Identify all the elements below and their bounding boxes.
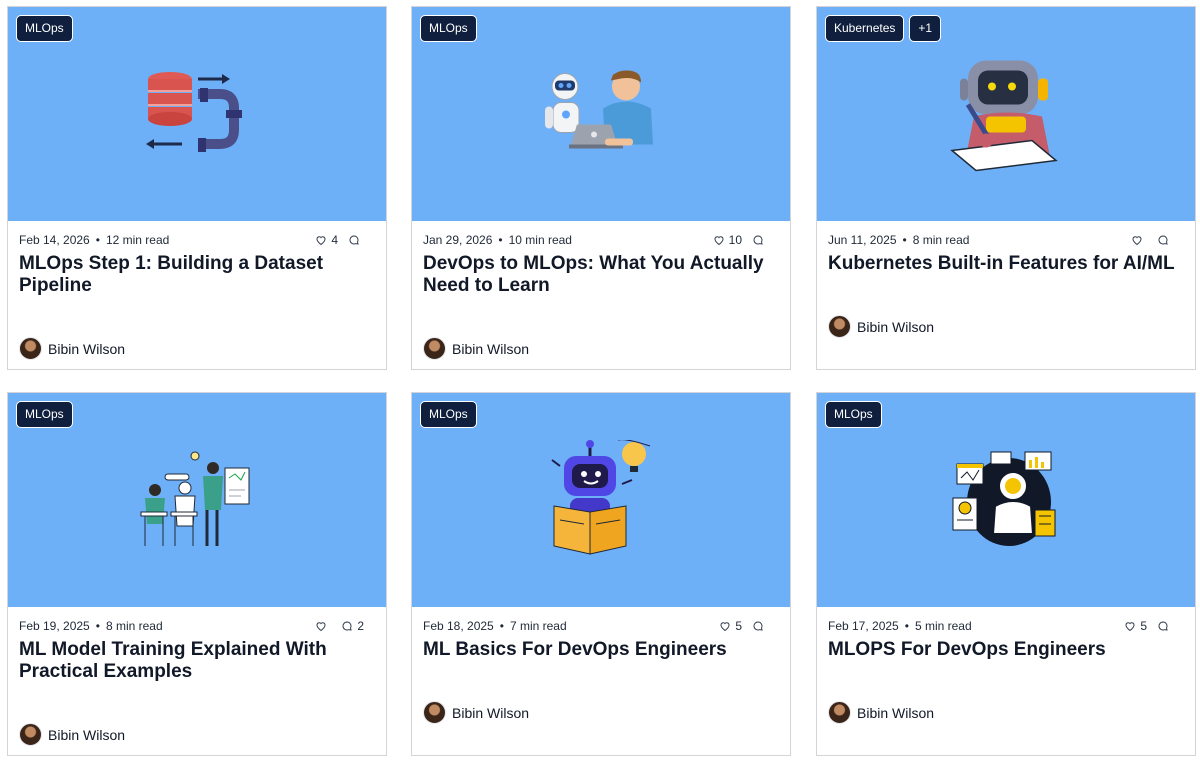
post-stats: 5 xyxy=(719,619,774,633)
read-time: 5 min read xyxy=(914,619,972,633)
comment-icon[interactable] xyxy=(341,620,353,632)
robot-and-person-illustration xyxy=(545,70,653,149)
post-thumbnail[interactable]: MLOps xyxy=(412,393,790,607)
comment-icon[interactable] xyxy=(752,234,764,246)
read-time: 8 min read xyxy=(912,233,970,247)
tag-list: MLOps xyxy=(825,401,882,428)
post-meta: Jun 11, 2025 • 8 min read xyxy=(828,233,1179,247)
avatar xyxy=(423,337,446,360)
post-card[interactable]: MLOps Feb 18, 2025 • 7 min read 5 ML Bas… xyxy=(411,392,791,756)
tag-badge[interactable]: MLOps xyxy=(420,15,477,42)
post-card[interactable]: MLOps Feb 17, 2025 • 5 min read 5 MLOPS … xyxy=(816,392,1196,756)
post-thumbnail[interactable]: Kubernetes +1 xyxy=(817,7,1195,221)
read-time: 7 min read xyxy=(509,619,567,633)
post-card[interactable]: MLOps Feb 19, 2025 • 8 min read 2 ML Mod… xyxy=(7,392,387,756)
post-stats xyxy=(1131,234,1179,246)
comment-icon[interactable] xyxy=(1157,620,1169,632)
post-date: Feb 17, 2025 xyxy=(828,619,899,633)
post-stats: 10 xyxy=(713,233,774,247)
heart-icon[interactable] xyxy=(315,620,327,632)
avatar xyxy=(19,337,42,360)
post-stats: 4 xyxy=(315,233,370,247)
comment-icon[interactable] xyxy=(348,234,360,246)
post-author[interactable]: Bibin Wilson xyxy=(19,337,125,360)
post-meta: Feb 18, 2025 • 7 min read 5 xyxy=(423,619,774,633)
database-pipeline-illustration xyxy=(146,72,242,152)
avatar xyxy=(828,701,851,724)
post-title[interactable]: MLOps Step 1: Building a Dataset Pipelin… xyxy=(19,253,372,297)
comment-count: 2 xyxy=(357,619,364,633)
tag-list: MLOps xyxy=(16,15,73,42)
more-tags-badge[interactable]: +1 xyxy=(909,15,942,42)
post-author[interactable]: Bibin Wilson xyxy=(423,337,529,360)
author-name: Bibin Wilson xyxy=(857,704,935,721)
post-date: Jun 11, 2025 xyxy=(828,233,897,247)
post-author[interactable]: Bibin Wilson xyxy=(423,701,529,724)
heart-icon[interactable] xyxy=(1124,620,1136,632)
post-title[interactable]: DevOps to MLOps: What You Actually Need … xyxy=(423,253,776,297)
tag-badge[interactable]: MLOps xyxy=(420,401,477,428)
tag-list: MLOps xyxy=(16,401,73,428)
post-thumbnail[interactable]: MLOps xyxy=(817,393,1195,607)
comment-icon[interactable] xyxy=(1157,234,1169,246)
author-name: Bibin Wilson xyxy=(857,318,935,335)
post-date: Feb 19, 2025 xyxy=(19,619,90,633)
like-count: 4 xyxy=(331,233,338,247)
post-author[interactable]: Bibin Wilson xyxy=(828,315,934,338)
like-count: 5 xyxy=(735,619,742,633)
post-stats: 2 xyxy=(315,619,370,633)
heart-icon[interactable] xyxy=(719,620,731,632)
post-meta: Feb 19, 2025 • 8 min read 2 xyxy=(19,619,370,633)
author-name: Bibin Wilson xyxy=(452,340,530,357)
post-author[interactable]: Bibin Wilson xyxy=(19,723,125,746)
post-author[interactable]: Bibin Wilson xyxy=(828,701,934,724)
avatar xyxy=(19,723,42,746)
post-card[interactable]: MLOps Jan 29, 2026 • 10 min read 10 DevO… xyxy=(411,6,791,370)
tag-badge[interactable]: Kubernetes xyxy=(825,15,905,42)
post-date: Feb 14, 2026 xyxy=(19,233,90,247)
heart-icon[interactable] xyxy=(713,234,725,246)
post-thumbnail[interactable]: MLOps xyxy=(8,393,386,607)
post-title[interactable]: ML Basics For DevOps Engineers xyxy=(423,639,776,661)
heart-icon[interactable] xyxy=(315,234,327,246)
post-card[interactable]: Kubernetes +1 Jun 11, 2025 • 8 min read Ku… xyxy=(816,6,1196,370)
author-name: Bibin Wilson xyxy=(452,704,530,721)
post-title[interactable]: MLOPS For DevOps Engineers xyxy=(828,639,1181,661)
astronaut-dashboards-illustration xyxy=(952,451,1056,546)
like-count: 5 xyxy=(1140,619,1147,633)
avatar xyxy=(828,315,851,338)
tag-list: Kubernetes +1 xyxy=(825,15,942,42)
tag-list: MLOps xyxy=(420,401,477,428)
post-meta: Jan 29, 2026 • 10 min read 10 xyxy=(423,233,774,247)
tag-badge[interactable]: MLOps xyxy=(16,15,73,42)
robot-writing-illustration xyxy=(950,60,1058,172)
post-meta: Feb 17, 2025 • 5 min read 5 xyxy=(828,619,1179,633)
classroom-presentation-illustration xyxy=(140,451,250,546)
read-time: 10 min read xyxy=(508,233,572,247)
post-date: Jan 29, 2026 xyxy=(423,233,493,247)
post-meta: Feb 14, 2026 • 12 min read 4 xyxy=(19,233,370,247)
heart-icon[interactable] xyxy=(1131,234,1143,246)
robot-reading-book-illustration xyxy=(551,440,651,555)
comment-icon[interactable] xyxy=(752,620,764,632)
like-count: 10 xyxy=(728,233,742,247)
tag-badge[interactable]: MLOps xyxy=(825,401,882,428)
post-stats: 5 xyxy=(1124,619,1179,633)
tag-badge[interactable]: MLOps xyxy=(16,401,73,428)
author-name: Bibin Wilson xyxy=(48,726,126,743)
avatar xyxy=(423,701,446,724)
post-title[interactable]: Kubernetes Built-in Features for AI/ML xyxy=(828,253,1181,275)
read-time: 12 min read xyxy=(105,233,170,247)
post-card[interactable]: MLOps Feb 14, 2026 • 12 min read 4 MLOps… xyxy=(7,6,387,370)
post-date: Feb 18, 2025 xyxy=(423,619,494,633)
tag-list: MLOps xyxy=(420,15,477,42)
read-time: 8 min read xyxy=(105,619,163,633)
post-thumbnail[interactable]: MLOps xyxy=(8,7,386,221)
post-thumbnail[interactable]: MLOps xyxy=(412,7,790,221)
post-title[interactable]: ML Model Training Explained With Practic… xyxy=(19,639,372,683)
author-name: Bibin Wilson xyxy=(48,340,126,357)
